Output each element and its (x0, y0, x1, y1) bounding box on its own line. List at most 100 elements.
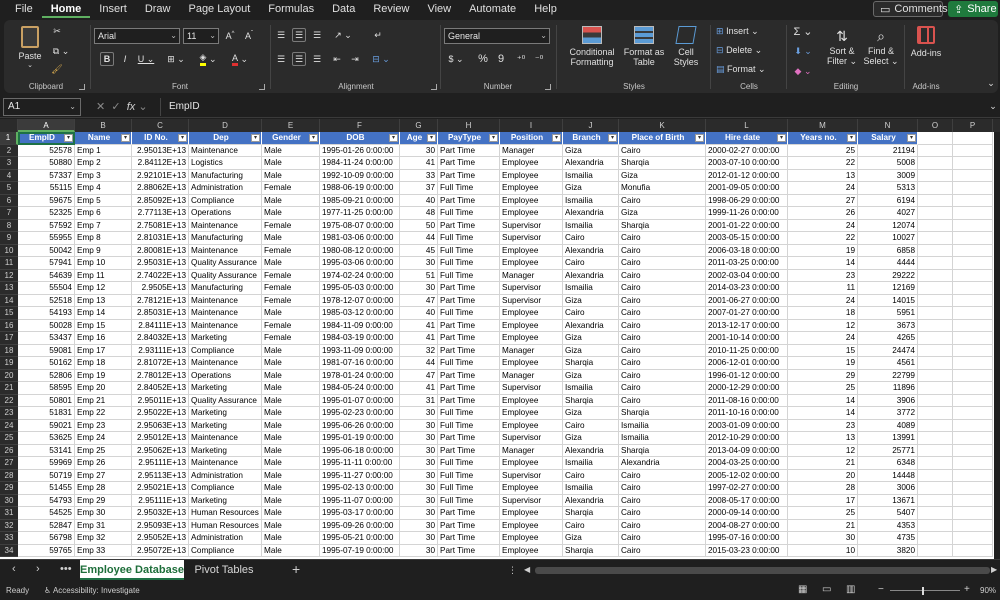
row-header[interactable]: 22 (0, 394, 18, 407)
empty-cell[interactable] (953, 357, 993, 370)
menu-draw[interactable]: Draw (136, 0, 180, 18)
filter-dropdown-icon[interactable]: ▾ (389, 134, 398, 142)
data-cell[interactable]: 2.93111E+13 (132, 344, 189, 357)
data-cell[interactable]: 28 (788, 482, 858, 495)
data-cell[interactable]: Cairo (619, 144, 706, 157)
data-cell[interactable]: 21194 (858, 144, 918, 157)
data-cell[interactable]: Male (262, 194, 320, 207)
data-cell[interactable]: Manager (500, 269, 563, 282)
data-cell[interactable]: Male (262, 394, 320, 407)
data-cell[interactable]: Administration (189, 532, 262, 545)
filter-dropdown-icon[interactable]: ▾ (695, 134, 704, 142)
page-break-view-icon[interactable]: ▥ (846, 584, 855, 595)
data-cell[interactable]: 2.92101E+13 (132, 169, 189, 182)
data-cell[interactable]: Full Time (438, 494, 500, 507)
cancel-icon[interactable]: ✕ (96, 101, 105, 113)
data-cell[interactable]: 4561 (858, 357, 918, 370)
data-cell[interactable]: Sharqia (619, 444, 706, 457)
data-cell[interactable]: Compliance (189, 544, 262, 557)
data-cell[interactable]: 14448 (858, 469, 918, 482)
empty-cell[interactable] (918, 432, 953, 445)
row-header[interactable]: 14 (0, 294, 18, 307)
vertical-scrollbar[interactable] (994, 132, 1000, 559)
data-cell[interactable]: 6858 (858, 244, 918, 257)
data-cell[interactable]: 2000-12-29 0:00:00 (706, 382, 788, 395)
row-header[interactable]: 19 (0, 357, 18, 370)
data-cell[interactable]: Male (262, 357, 320, 370)
data-cell[interactable]: Emp 26 (75, 457, 132, 470)
data-cell[interactable]: 12 (788, 319, 858, 332)
data-cell[interactable]: 5008 (858, 157, 918, 170)
data-cell[interactable]: 19 (788, 244, 858, 257)
data-cell[interactable]: Sharqia (563, 544, 619, 557)
data-cell[interactable]: Supervisor (500, 494, 563, 507)
data-cell[interactable]: Alexandria (619, 457, 706, 470)
empty-cell[interactable] (953, 132, 993, 145)
empty-cell[interactable] (953, 207, 993, 220)
empty-cell[interactable] (918, 369, 953, 382)
data-cell[interactable]: 2.95111E+13 (132, 457, 189, 470)
data-cell[interactable]: 1992-10-09 0:00:00 (320, 169, 400, 182)
row-header[interactable]: 1 (0, 132, 18, 145)
data-cell[interactable]: 31 (400, 394, 438, 407)
data-cell[interactable]: 30 (400, 532, 438, 545)
data-cell[interactable]: 56798 (18, 532, 75, 545)
column-header-o[interactable]: O (918, 119, 953, 132)
column-title-cell[interactable]: Salary ▾ (858, 132, 918, 145)
alignment-launcher-icon[interactable] (431, 84, 437, 90)
data-cell[interactable]: Emp 21 (75, 394, 132, 407)
data-cell[interactable]: Male (262, 432, 320, 445)
data-cell[interactable]: Giza (563, 344, 619, 357)
data-cell[interactable]: Male (262, 494, 320, 507)
data-cell[interactable]: 1977-11-25 0:00:00 (320, 207, 400, 220)
data-cell[interactable]: Full Time (438, 257, 500, 270)
row-header[interactable]: 25 (0, 432, 18, 445)
data-cell[interactable]: 47 (400, 369, 438, 382)
data-cell[interactable]: Emp 29 (75, 494, 132, 507)
data-cell[interactable]: Maintenance (189, 457, 262, 470)
data-cell[interactable]: 1995-03-17 0:00:00 (320, 507, 400, 520)
menu-formulas[interactable]: Formulas (259, 0, 323, 18)
accessibility-status[interactable]: ♿ Accessibility: Investigate (44, 586, 140, 595)
autosum-button[interactable]: Σ ⌄ (792, 24, 814, 38)
data-cell[interactable]: 2.95032E+13 (132, 507, 189, 520)
column-title-cell[interactable]: Hire date ▾ (706, 132, 788, 145)
data-cell[interactable]: 11896 (858, 382, 918, 395)
data-cell[interactable]: 44 (400, 357, 438, 370)
data-cell[interactable]: 24 (788, 294, 858, 307)
data-cell[interactable]: 30 (400, 519, 438, 532)
data-cell[interactable]: Female (262, 332, 320, 345)
data-cell[interactable]: 52806 (18, 369, 75, 382)
data-cell[interactable]: Male (262, 169, 320, 182)
data-cell[interactable]: Emp 8 (75, 232, 132, 245)
data-cell[interactable]: Cairo (619, 194, 706, 207)
data-cell[interactable]: 3006 (858, 482, 918, 495)
data-cell[interactable]: 1985-03-12 0:00:00 (320, 307, 400, 320)
data-cell[interactable]: 2.95022E+13 (132, 407, 189, 420)
data-cell[interactable]: 4027 (858, 207, 918, 220)
align-top-button[interactable]: ☰ (274, 28, 288, 42)
data-cell[interactable]: 29222 (858, 269, 918, 282)
data-cell[interactable]: Male (262, 482, 320, 495)
data-cell[interactable]: 2.95052E+13 (132, 532, 189, 545)
data-cell[interactable]: 14 (788, 257, 858, 270)
column-header-a[interactable]: A (18, 119, 75, 132)
data-cell[interactable]: 2007-01-27 0:00:00 (706, 307, 788, 320)
data-cell[interactable]: 26 (788, 207, 858, 220)
horizontal-scrollbar[interactable] (535, 567, 990, 574)
data-cell[interactable]: 2.95011E+13 (132, 394, 189, 407)
empty-cell[interactable] (918, 232, 953, 245)
data-cell[interactable]: 2003-07-10 0:00:00 (706, 157, 788, 170)
empty-cell[interactable] (918, 344, 953, 357)
data-cell[interactable]: Emp 10 (75, 257, 132, 270)
data-cell[interactable]: 58595 (18, 382, 75, 395)
empty-cell[interactable] (918, 332, 953, 345)
page-layout-view-icon[interactable]: ▭ (822, 584, 831, 595)
data-cell[interactable]: 1995-01-07 0:00:00 (320, 394, 400, 407)
data-cell[interactable]: 14015 (858, 294, 918, 307)
data-cell[interactable]: Male (262, 419, 320, 432)
data-cell[interactable]: Part Time (438, 532, 500, 545)
row-header[interactable]: 6 (0, 194, 18, 207)
empty-cell[interactable] (953, 169, 993, 182)
data-cell[interactable]: 15 (788, 344, 858, 357)
